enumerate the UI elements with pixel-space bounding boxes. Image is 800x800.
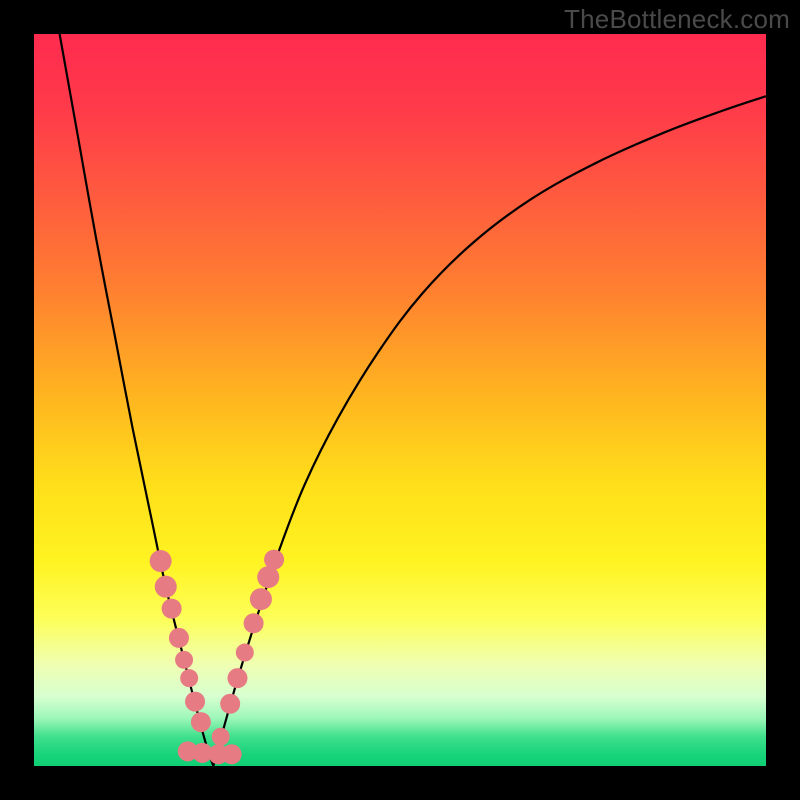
marker-dot: [236, 644, 254, 662]
marker-dot: [162, 599, 182, 619]
marker-dot: [175, 651, 193, 669]
marker-dot: [191, 712, 211, 732]
marker-dot: [227, 668, 247, 688]
marker-dot: [180, 669, 198, 687]
gradient-background: [34, 34, 766, 766]
marker-dot: [222, 744, 242, 764]
marker-dot: [250, 588, 272, 610]
marker-dot: [212, 728, 230, 746]
chart-frame: TheBottleneck.com: [0, 0, 800, 800]
marker-dot: [257, 566, 279, 588]
marker-dot: [264, 550, 284, 570]
marker-dot: [185, 692, 205, 712]
marker-dot: [150, 550, 172, 572]
marker-dot: [244, 613, 264, 633]
marker-dot: [155, 576, 177, 598]
marker-dot: [169, 628, 189, 648]
marker-dot: [220, 694, 240, 714]
watermark-text: TheBottleneck.com: [564, 4, 790, 35]
bottleneck-chart: [34, 34, 766, 766]
